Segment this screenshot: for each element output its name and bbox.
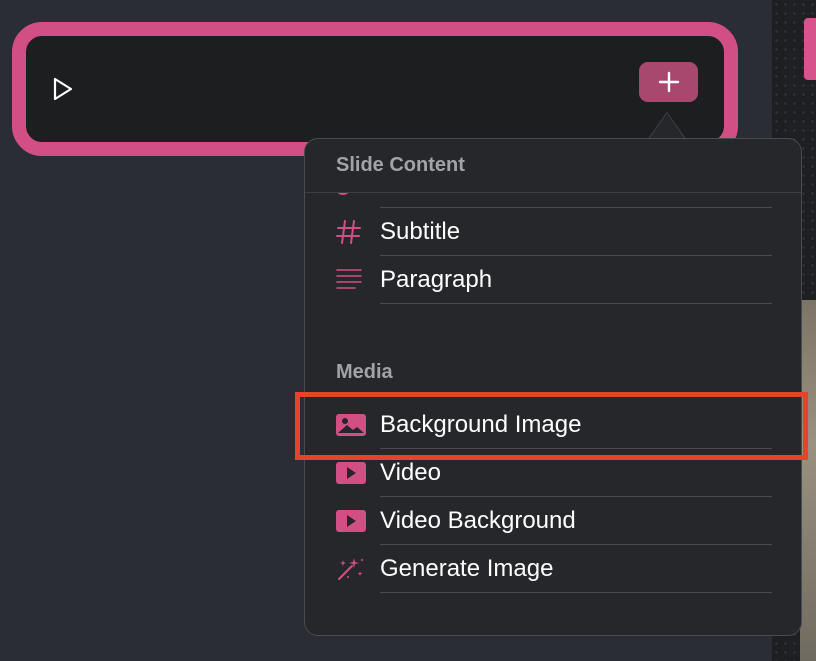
menu-item-label: Subtitle — [380, 218, 461, 245]
menu-item-generate-image[interactable]: Generate Image — [305, 545, 801, 593]
menu-item-label: Generate Image — [380, 555, 554, 582]
highlight-annotation-box — [295, 392, 808, 460]
menu-item-label: Video — [380, 459, 441, 486]
section-header-slide-content: Slide Content — [336, 154, 465, 176]
magic-sparkles-icon — [338, 558, 363, 580]
partial-icon — [335, 193, 351, 195]
item-divider — [380, 592, 772, 593]
item-divider — [380, 303, 772, 304]
menu-item-label: Video Background — [380, 507, 576, 534]
menu-item-video-background[interactable]: Video Background — [305, 497, 801, 545]
video-play-icon — [336, 462, 366, 484]
play-icon[interactable] — [52, 77, 74, 101]
video-play-icon — [336, 510, 366, 532]
add-content-popover: Slide Content Subtitle Paragraph Media B… — [304, 138, 802, 636]
hash-icon — [336, 220, 361, 244]
slide-block[interactable] — [12, 22, 738, 156]
section-header-media: Media — [336, 361, 393, 383]
add-content-button[interactable] — [639, 62, 698, 102]
plus-icon — [658, 71, 679, 93]
menu-item-label: Paragraph — [380, 266, 493, 293]
canvas-accent-edge — [804, 18, 816, 80]
popover-arrow — [649, 113, 685, 139]
menu-item-subtitle[interactable]: Subtitle — [305, 208, 801, 256]
menu-item-paragraph[interactable]: Paragraph — [305, 256, 801, 304]
canvas-image-edge — [800, 300, 816, 661]
paragraph-lines-icon — [336, 269, 362, 289]
